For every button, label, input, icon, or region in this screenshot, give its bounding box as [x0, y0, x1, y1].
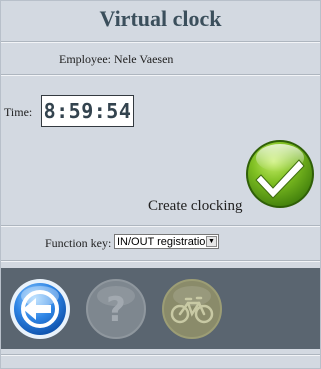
time-label: Time: [4, 105, 33, 119]
clock-display: 8:59:54 [41, 95, 134, 127]
divider [1, 354, 320, 356]
svg-text:?: ? [106, 290, 126, 330]
divider [1, 41, 320, 43]
function-key-selected-value: IN/OUT registration [117, 235, 212, 248]
employee-name: Employee: Nele Vaesen [59, 52, 174, 66]
chevron-down-icon[interactable]: ▼ [206, 236, 217, 247]
bicycle-button[interactable] [161, 278, 222, 339]
page-title: Virtual clock [99, 6, 222, 31]
divider [1, 74, 320, 76]
back-arrow-icon [10, 279, 70, 339]
function-key-select[interactable]: IN/OUT registration ▼ [114, 234, 219, 249]
create-clocking-button[interactable] [244, 138, 316, 210]
function-key-label: Function key: [45, 236, 112, 250]
divider [1, 225, 320, 227]
toolbar: ? [1, 268, 320, 349]
help-button[interactable]: ? [85, 278, 146, 339]
create-clocking-label: Create clocking [148, 198, 243, 214]
bicycle-icon [162, 279, 222, 339]
back-button[interactable] [9, 278, 70, 339]
checkmark-icon [246, 140, 314, 208]
help-icon: ? [86, 279, 146, 339]
divider [1, 260, 320, 262]
